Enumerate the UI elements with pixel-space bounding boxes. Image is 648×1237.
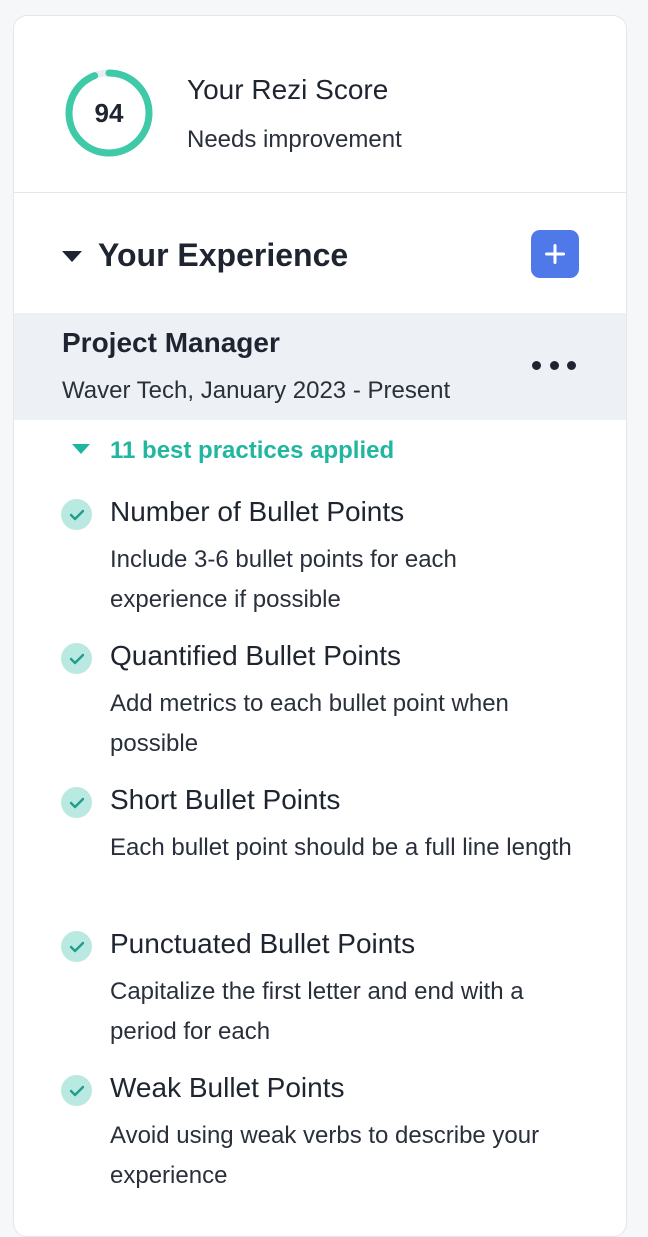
job-title: Project Manager [62, 327, 280, 358]
practice-item: Short Bullet Points Each bullet point sh… [14, 770, 626, 914]
score-title: Your Rezi Score [187, 74, 389, 105]
check-icon [61, 499, 92, 530]
score-ring: 94 [64, 68, 154, 158]
practice-description: Each bullet point should be a full line … [110, 834, 572, 861]
practice-item: Punctuated Bullet Points Capitalize the … [14, 914, 626, 1058]
check-icon [61, 931, 92, 962]
plus-icon [545, 244, 565, 264]
practice-title: Punctuated Bullet Points [110, 928, 416, 959]
practice-item: Quantified Bullet Points Add metrics to … [14, 626, 626, 770]
check-icon [61, 1075, 92, 1106]
practice-item: Number of Bullet Points Include 3-6 bull… [14, 482, 626, 626]
more-options-button[interactable] [532, 353, 576, 377]
score-value: 94 [94, 98, 124, 128]
add-experience-button[interactable] [531, 230, 579, 278]
practice-description: Avoid using weak verbs to describe your … [110, 1122, 540, 1189]
best-practices-label: 11 best practices applied [110, 437, 395, 464]
section-title[interactable]: Your Experience [98, 237, 348, 274]
best-practices-list: Number of Bullet Points Include 3-6 bull… [14, 482, 626, 1202]
expand-caret-icon [72, 444, 90, 454]
more-icon-dot [549, 360, 559, 370]
collapse-caret-icon[interactable] [62, 251, 82, 262]
job-meta: Waver Tech, January 2023 - Present [62, 377, 451, 404]
practice-item: Weak Bullet Points Avoid using weak verb… [14, 1058, 626, 1202]
practice-title: Short Bullet Points [110, 784, 341, 815]
more-icon-dot [567, 360, 576, 370]
practice-title: Weak Bullet Points [110, 1072, 345, 1103]
check-icon [61, 643, 92, 674]
practice-title: Quantified Bullet Points [110, 640, 402, 671]
score-status: Needs improvement [187, 126, 402, 153]
practice-title: Number of Bullet Points [110, 496, 405, 527]
practice-description: Capitalize the first letter and end with… [110, 978, 524, 1045]
more-icon-dot [532, 360, 541, 370]
practice-description: Add metrics to each bullet point when po… [110, 690, 509, 757]
resume-feedback-panel: 94 Your Rezi Score Needs improvement You… [13, 15, 627, 1237]
best-practices-toggle[interactable]: 11 best practices applied [14, 420, 626, 482]
practice-description: Include 3-6 bullet points for each exper… [110, 546, 457, 613]
experience-item[interactable]: Project Manager Waver Tech, January 2023… [14, 313, 626, 420]
score-section: 94 Your Rezi Score Needs improvement [14, 16, 626, 193]
check-icon [61, 787, 92, 818]
experience-header: Your Experience [14, 193, 626, 313]
